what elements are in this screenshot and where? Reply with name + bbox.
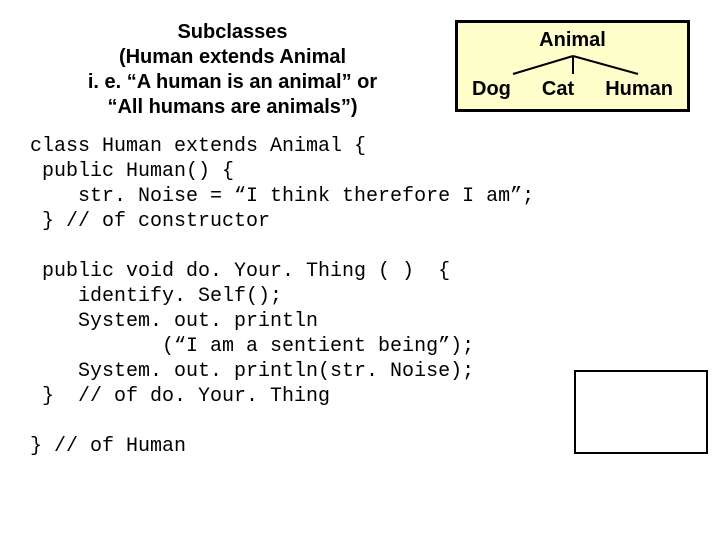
code-line: class Human extends Animal { [30, 135, 366, 158]
empty-box [574, 370, 708, 454]
code-line: System. out. println [30, 310, 318, 333]
title-line-3: i. e. “A human is an animal” or [30, 70, 435, 95]
code-line: public Human() { [30, 160, 234, 183]
title-line-4: “All humans are animals”) [30, 95, 435, 120]
diagram-child-human: Human [605, 78, 673, 101]
code-line: str. Noise = “I think therefore I am”; [30, 185, 534, 208]
diagram-child-cat: Cat [542, 78, 574, 101]
tree-branches-icon [483, 54, 663, 76]
code-line: } // of do. Your. Thing [30, 385, 330, 408]
title-block: Subclasses (Human extends Animal i. e. “… [30, 20, 435, 120]
diagram-children-row: Dog Cat Human [472, 78, 673, 101]
diagram-parent-node: Animal [472, 29, 673, 52]
code-line: (“I am a sentient being”); [30, 335, 474, 358]
header-row: Subclasses (Human extends Animal i. e. “… [30, 20, 690, 120]
code-line: } // of constructor [30, 210, 270, 233]
title-line-2: (Human extends Animal [30, 45, 435, 70]
title-line-1: Subclasses [30, 20, 435, 45]
class-hierarchy-diagram: Animal Dog Cat Human [455, 20, 690, 112]
diagram-child-dog: Dog [472, 78, 511, 101]
code-line: } // of Human [30, 435, 186, 458]
code-line: public void do. Your. Thing ( ) { [30, 260, 450, 283]
code-line: System. out. println(str. Noise); [30, 360, 474, 383]
code-line: identify. Self(); [30, 285, 282, 308]
